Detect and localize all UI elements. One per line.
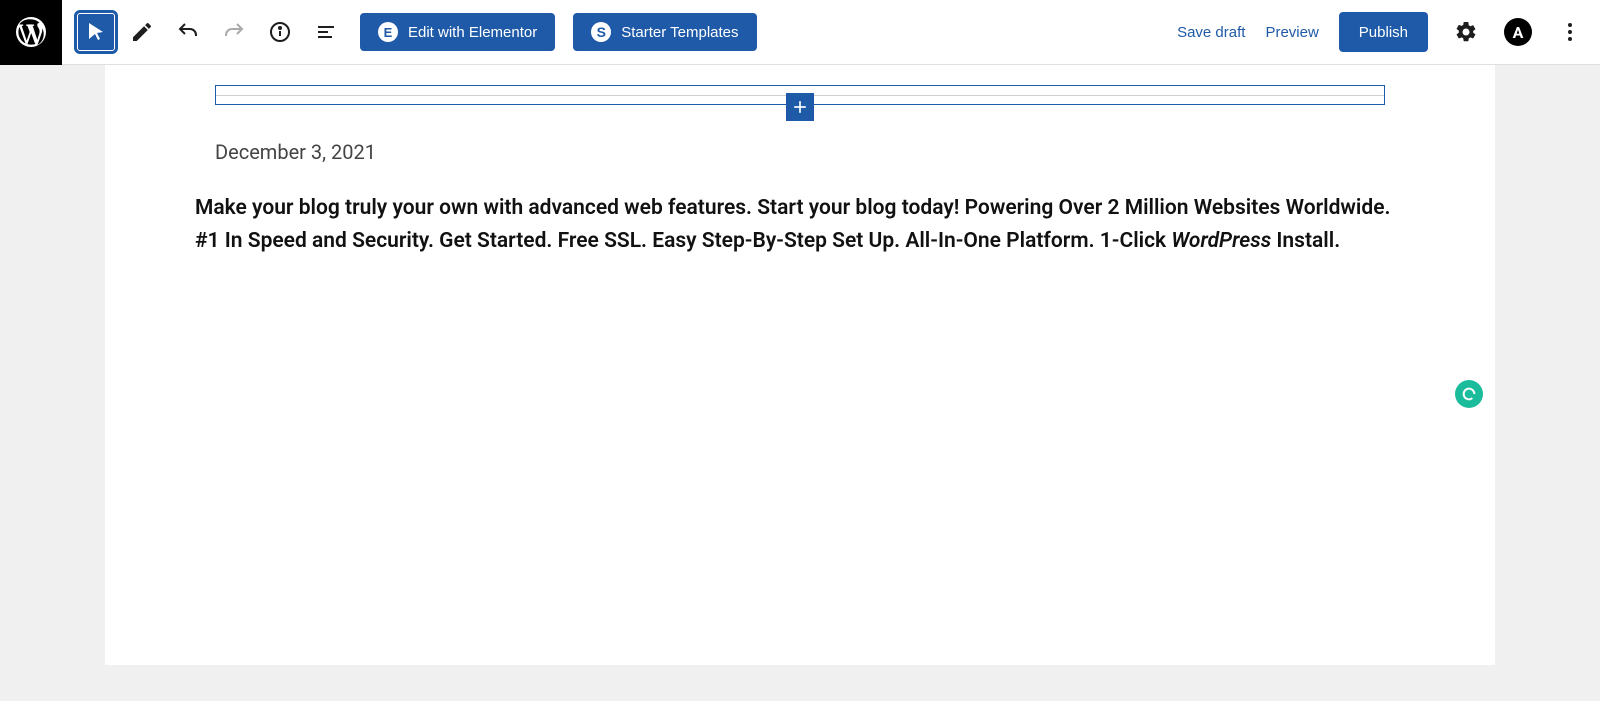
excerpt-text-post: Install. — [1271, 229, 1340, 253]
excerpt-emphasis: WordPress — [1171, 229, 1271, 253]
tool-group-left — [62, 12, 360, 52]
editor-canvas-wrap: December 3, 2021 Make your blog truly yo… — [0, 65, 1600, 701]
post-excerpt[interactable]: Make your blog truly your own with advan… — [195, 192, 1405, 257]
wordpress-logo[interactable] — [0, 0, 62, 65]
redo-button[interactable] — [214, 12, 254, 52]
post-date: December 3, 2021 — [215, 140, 1405, 164]
starter-templates-icon: S — [591, 22, 611, 42]
avatar-letter: A — [1513, 23, 1524, 42]
edit-with-elementor-button[interactable]: E Edit with Elementor — [360, 13, 555, 51]
publish-button[interactable]: Publish — [1339, 12, 1428, 52]
grammarly-badge[interactable] — [1455, 380, 1483, 408]
starter-templates-button[interactable]: S Starter Templates — [573, 13, 756, 51]
preview-button[interactable]: Preview — [1265, 24, 1318, 41]
save-draft-button[interactable]: Save draft — [1177, 24, 1245, 41]
editor-canvas[interactable]: December 3, 2021 Make your blog truly yo… — [105, 65, 1495, 665]
elementor-icon: E — [378, 22, 398, 42]
user-avatar[interactable]: A — [1504, 18, 1532, 46]
outline-button[interactable] — [306, 12, 346, 52]
add-block-button[interactable] — [786, 93, 814, 121]
undo-button[interactable] — [168, 12, 208, 52]
starter-templates-label: Starter Templates — [621, 24, 738, 41]
elementor-label: Edit with Elementor — [408, 24, 537, 41]
edit-tool[interactable] — [122, 12, 162, 52]
settings-button[interactable] — [1448, 14, 1484, 50]
info-button[interactable] — [260, 12, 300, 52]
toolbar-right: Save draft Preview Publish A — [1177, 12, 1588, 52]
more-menu-button[interactable] — [1552, 14, 1588, 50]
select-tool[interactable] — [76, 12, 116, 52]
editor-toolbar: E Edit with Elementor S Starter Template… — [0, 0, 1600, 65]
